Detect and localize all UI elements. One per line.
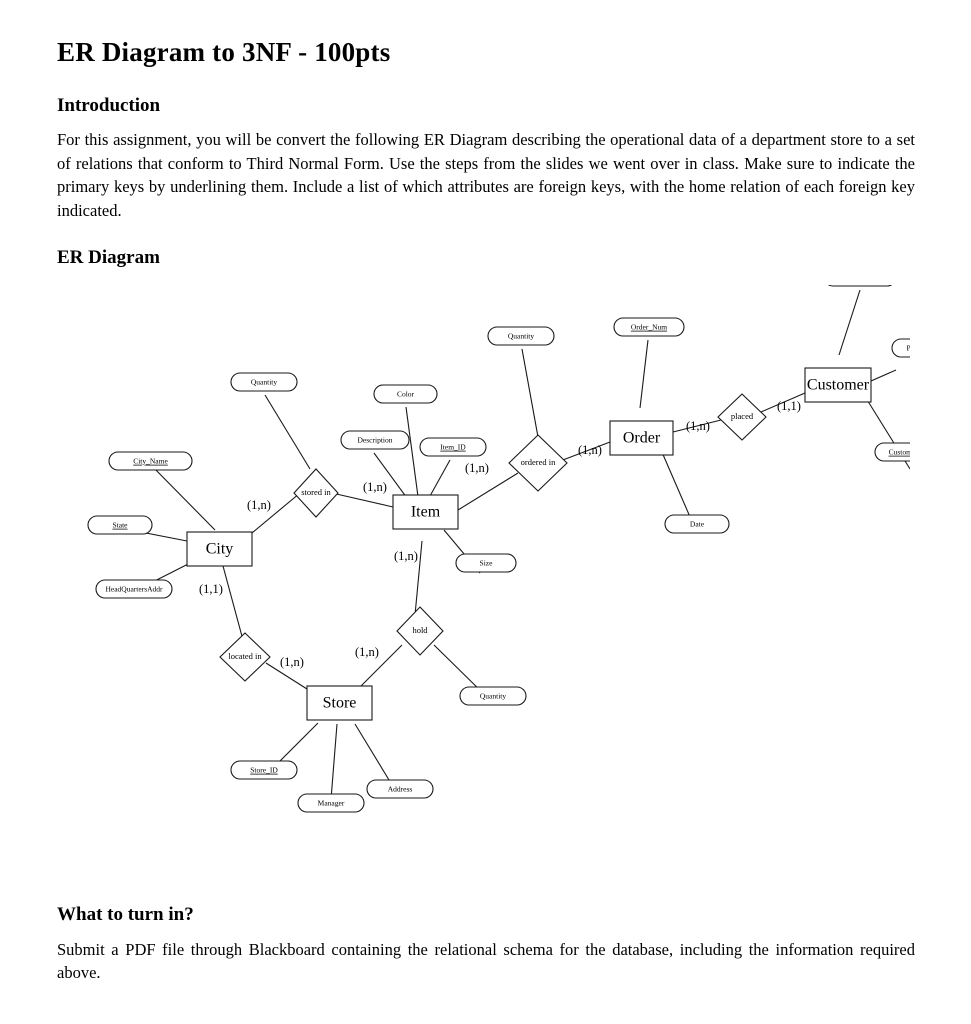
attribute-label: Address xyxy=(388,785,413,794)
cardinality-customer-placed: (1,1) xyxy=(777,399,801,413)
attribute-label: Color xyxy=(397,390,415,399)
relationship-located-in: located in xyxy=(219,632,271,682)
attribute-label: Quantity xyxy=(480,692,506,701)
attribute-customer-address: Address xyxy=(827,284,893,287)
document-page: ER Diagram to 3NF - 100pts Introduction … xyxy=(0,0,971,1024)
attribute-headquarters-addr: HeadQuartersAddr xyxy=(95,579,173,599)
entity-item: Item xyxy=(392,494,459,530)
attribute-date: Date xyxy=(664,514,730,534)
entity-customer: Customer xyxy=(804,367,872,403)
entity-label: Store xyxy=(323,694,357,711)
cardinality-city-located-in: (1,1) xyxy=(199,582,223,596)
page-title: ER Diagram to 3NF - 100pts xyxy=(57,37,391,67)
turn-in-paragraph: Submit a PDF file through Blackboard con… xyxy=(57,939,915,983)
attribute-stored-in-quantity: Quantity xyxy=(230,372,298,392)
relationship-label: ordered in xyxy=(521,457,556,467)
attribute-city-name: City_Name xyxy=(108,451,193,471)
entity-label: Item xyxy=(411,503,441,520)
attribute-description: Description xyxy=(340,430,410,450)
document-content: ER Diagram to 3NF - 100pts Introduction … xyxy=(57,36,915,865)
entity-label: City xyxy=(206,540,234,557)
turn-in-heading: What to turn in? xyxy=(57,904,194,925)
attribute-state: State xyxy=(87,515,153,535)
attribute-hold-quantity: Quantity xyxy=(459,686,527,706)
introduction-paragraph: For this assignment, you will be convert… xyxy=(57,130,915,220)
entity-label: Order xyxy=(623,429,661,446)
attribute-phone-number: Phone_Number xyxy=(891,338,910,358)
cardinality-store-located-in: (1,n) xyxy=(280,655,304,669)
cardinality-order-ordered-in: (1,n) xyxy=(578,443,602,457)
attribute-store-address: Address xyxy=(366,779,434,799)
attribute-label: Manager xyxy=(318,799,345,808)
entity-city: City xyxy=(186,531,253,567)
cardinality-order-placed: (1,n) xyxy=(686,419,710,433)
relationship-ordered-in: ordered in xyxy=(508,434,568,492)
entity-store: Store xyxy=(306,685,373,721)
cardinality-city-stored-in: (1,n) xyxy=(247,498,271,512)
cardinality-store-hold: (1,n) xyxy=(355,645,379,659)
attribute-label: Quantity xyxy=(508,332,534,341)
attribute-store-id: Store_ID xyxy=(230,760,298,780)
attribute-label: City_Name xyxy=(133,457,168,466)
attribute-order-num: Order_Num xyxy=(613,317,685,337)
er-cardinalities: (1,n) (1,n) (1,1) (1,n) (1,n) (1,n) (1,n… xyxy=(199,399,801,669)
attribute-label: State xyxy=(113,521,129,530)
attribute-label: Size xyxy=(480,559,494,568)
relationship-label: stored in xyxy=(301,487,331,497)
relationship-placed: placed xyxy=(717,393,767,441)
attribute-label: Order_Num xyxy=(631,323,667,332)
relationship-stored-in: stored in xyxy=(293,467,339,518)
turn-in-section: What to turn in? Submit a PDF file throu… xyxy=(57,903,915,985)
relationship-label: located in xyxy=(228,651,262,661)
attribute-label: HeadQuartersAddr xyxy=(105,585,163,594)
introduction-heading: Introduction xyxy=(57,94,161,116)
cardinality-item-ordered-in: (1,n) xyxy=(465,461,489,475)
attribute-ordered-in-quantity: Quantity xyxy=(487,326,555,346)
attribute-label: Customer_Name xyxy=(889,448,910,457)
entity-order: Order xyxy=(609,420,674,456)
attribute-size: Size xyxy=(455,553,517,573)
er-diagram-heading: ER Diagram xyxy=(57,247,160,269)
attribute-item-id: Item_ID xyxy=(419,437,487,457)
attribute-label: Quantity xyxy=(251,378,277,387)
attribute-label: Store_ID xyxy=(250,766,278,775)
attribute-color: Color xyxy=(373,384,438,404)
attribute-label: Description xyxy=(358,436,393,445)
attribute-customer-name: Customer_Name xyxy=(874,442,910,462)
er-relationships: stored in located in hold ordered in pla… xyxy=(219,393,767,682)
relationship-label: placed xyxy=(731,411,754,421)
entity-label: Customer xyxy=(807,376,870,393)
er-diagram-figure: City_Name State HeadQuartersAddr Quantit… xyxy=(10,284,910,865)
attribute-label: Phone_Number xyxy=(906,344,910,353)
attribute-label: Date xyxy=(690,520,705,529)
attribute-label: Item_ID xyxy=(440,443,466,452)
cardinality-item-stored-in: (1,n) xyxy=(363,480,387,494)
cardinality-item-hold: (1,n) xyxy=(394,549,418,563)
attribute-manager: Manager xyxy=(297,793,365,813)
relationship-label: hold xyxy=(412,625,428,635)
